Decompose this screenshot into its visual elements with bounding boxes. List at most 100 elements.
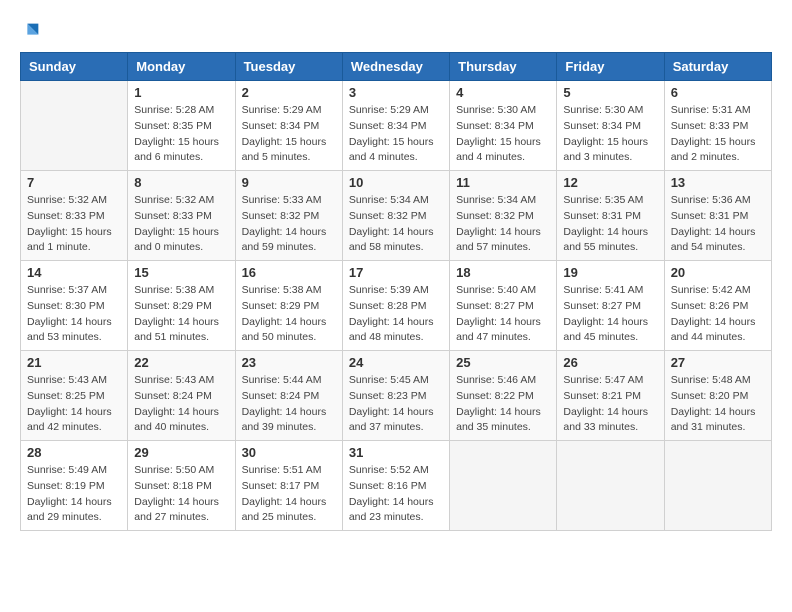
day-number: 29 [134, 445, 228, 460]
day-info: Sunrise: 5:48 AM Sunset: 8:20 PM Dayligh… [671, 373, 765, 436]
day-info: Sunrise: 5:49 AM Sunset: 8:19 PM Dayligh… [27, 463, 121, 526]
calendar-cell: 2 Sunrise: 5:29 AM Sunset: 8:34 PM Daylig… [235, 81, 342, 171]
day-number: 15 [134, 265, 228, 280]
calendar-cell: 10 Sunrise: 5:34 AM Sunset: 8:32 PM Dayli… [342, 171, 449, 261]
day-number: 19 [563, 265, 657, 280]
day-number: 31 [349, 445, 443, 460]
day-info: Sunrise: 5:39 AM Sunset: 8:28 PM Dayligh… [349, 283, 443, 346]
day-number: 10 [349, 175, 443, 190]
calendar-cell: 16 Sunrise: 5:38 AM Sunset: 8:29 PM Dayli… [235, 261, 342, 351]
day-number: 26 [563, 355, 657, 370]
day-number: 1 [134, 85, 228, 100]
calendar-cell: 23Sunrise: 5:44 AM Sunset: 8:24 PM Dayli… [235, 351, 342, 441]
day-number: 4 [456, 85, 550, 100]
calendar-week-row: 28Sunrise: 5:49 AM Sunset: 8:19 PM Dayli… [21, 441, 772, 531]
day-number: 17 [349, 265, 443, 280]
day-info: Sunrise: 5:31 AM Sunset: 8:33 PM Dayligh… [671, 103, 765, 166]
day-info: Sunrise: 5:32 AM Sunset: 8:33 PM Dayligh… [134, 193, 228, 256]
weekday-header: Tuesday [235, 53, 342, 81]
day-info: Sunrise: 5:40 AM Sunset: 8:27 PM Dayligh… [456, 283, 550, 346]
calendar-cell: 15 Sunrise: 5:38 AM Sunset: 8:29 PM Dayli… [128, 261, 235, 351]
day-info: Sunrise: 5:38 AM Sunset: 8:29 PM Dayligh… [134, 283, 228, 346]
calendar-cell: 30 Sunrise: 5:51 AM Sunset: 8:17 PM Dayli… [235, 441, 342, 531]
calendar-cell: 20Sunrise: 5:42 AM Sunset: 8:26 PM Dayli… [664, 261, 771, 351]
day-number: 30 [242, 445, 336, 460]
calendar-cell: 19Sunrise: 5:41 AM Sunset: 8:27 PM Dayli… [557, 261, 664, 351]
day-number: 24 [349, 355, 443, 370]
day-info: Sunrise: 5:29 AM Sunset: 8:34 PM Dayligh… [349, 103, 443, 166]
logo-icon [20, 20, 42, 42]
day-number: 9 [242, 175, 336, 190]
day-info: Sunrise: 5:51 AM Sunset: 8:17 PM Dayligh… [242, 463, 336, 526]
day-info: Sunrise: 5:43 AM Sunset: 8:24 PM Dayligh… [134, 373, 228, 436]
day-info: Sunrise: 5:45 AM Sunset: 8:23 PM Dayligh… [349, 373, 443, 436]
calendar-cell [557, 441, 664, 531]
calendar-cell: 8 Sunrise: 5:32 AM Sunset: 8:33 PM Daylig… [128, 171, 235, 261]
day-number: 2 [242, 85, 336, 100]
calendar-cell: 12 Sunrise: 5:35 AM Sunset: 8:31 PM Dayli… [557, 171, 664, 261]
page-header [20, 20, 772, 42]
day-number: 11 [456, 175, 550, 190]
day-info: Sunrise: 5:47 AM Sunset: 8:21 PM Dayligh… [563, 373, 657, 436]
calendar-cell: 26 Sunrise: 5:47 AM Sunset: 8:21 PM Dayli… [557, 351, 664, 441]
calendar-cell: 25 Sunrise: 5:46 AM Sunset: 8:22 PM Dayli… [450, 351, 557, 441]
weekday-header: Sunday [21, 53, 128, 81]
day-info: Sunrise: 5:42 AM Sunset: 8:26 PM Dayligh… [671, 283, 765, 346]
calendar-cell: 3 Sunrise: 5:29 AM Sunset: 8:34 PM Daylig… [342, 81, 449, 171]
calendar-cell: 6 Sunrise: 5:31 AM Sunset: 8:33 PM Daylig… [664, 81, 771, 171]
day-info: Sunrise: 5:43 AM Sunset: 8:25 PM Dayligh… [27, 373, 121, 436]
calendar-cell: 31 Sunrise: 5:52 AM Sunset: 8:16 PM Dayli… [342, 441, 449, 531]
weekday-header: Thursday [450, 53, 557, 81]
calendar-cell: 24 Sunrise: 5:45 AM Sunset: 8:23 PM Dayli… [342, 351, 449, 441]
day-info: Sunrise: 5:29 AM Sunset: 8:34 PM Dayligh… [242, 103, 336, 166]
calendar-cell: 5Sunrise: 5:30 AM Sunset: 8:34 PM Daylig… [557, 81, 664, 171]
calendar-cell: 14 Sunrise: 5:37 AM Sunset: 8:30 PM Dayli… [21, 261, 128, 351]
day-info: Sunrise: 5:38 AM Sunset: 8:29 PM Dayligh… [242, 283, 336, 346]
calendar-cell: 9 Sunrise: 5:33 AM Sunset: 8:32 PM Daylig… [235, 171, 342, 261]
day-info: Sunrise: 5:37 AM Sunset: 8:30 PM Dayligh… [27, 283, 121, 346]
day-number: 18 [456, 265, 550, 280]
calendar-header-row: SundayMondayTuesdayWednesdayThursdayFrid… [21, 53, 772, 81]
day-number: 25 [456, 355, 550, 370]
weekday-header: Monday [128, 53, 235, 81]
day-number: 3 [349, 85, 443, 100]
logo [20, 20, 46, 42]
calendar-week-row: 14 Sunrise: 5:37 AM Sunset: 8:30 PM Dayli… [21, 261, 772, 351]
day-info: Sunrise: 5:35 AM Sunset: 8:31 PM Dayligh… [563, 193, 657, 256]
day-info: Sunrise: 5:36 AM Sunset: 8:31 PM Dayligh… [671, 193, 765, 256]
calendar-cell [664, 441, 771, 531]
calendar-cell: 4Sunrise: 5:30 AM Sunset: 8:34 PM Daylig… [450, 81, 557, 171]
day-info: Sunrise: 5:28 AM Sunset: 8:35 PM Dayligh… [134, 103, 228, 166]
day-info: Sunrise: 5:52 AM Sunset: 8:16 PM Dayligh… [349, 463, 443, 526]
calendar-cell [21, 81, 128, 171]
day-number: 13 [671, 175, 765, 190]
calendar-week-row: 21 Sunrise: 5:43 AM Sunset: 8:25 PM Dayli… [21, 351, 772, 441]
day-number: 16 [242, 265, 336, 280]
calendar-cell: 1 Sunrise: 5:28 AM Sunset: 8:35 PM Daylig… [128, 81, 235, 171]
day-info: Sunrise: 5:33 AM Sunset: 8:32 PM Dayligh… [242, 193, 336, 256]
calendar-cell: 28Sunrise: 5:49 AM Sunset: 8:19 PM Dayli… [21, 441, 128, 531]
weekday-header: Wednesday [342, 53, 449, 81]
day-number: 12 [563, 175, 657, 190]
day-info: Sunrise: 5:32 AM Sunset: 8:33 PM Dayligh… [27, 193, 121, 256]
calendar-cell: 18 Sunrise: 5:40 AM Sunset: 8:27 PM Dayli… [450, 261, 557, 351]
day-number: 22 [134, 355, 228, 370]
day-number: 6 [671, 85, 765, 100]
day-info: Sunrise: 5:34 AM Sunset: 8:32 PM Dayligh… [349, 193, 443, 256]
calendar-cell: 27 Sunrise: 5:48 AM Sunset: 8:20 PM Dayli… [664, 351, 771, 441]
day-info: Sunrise: 5:50 AM Sunset: 8:18 PM Dayligh… [134, 463, 228, 526]
calendar-cell: 13 Sunrise: 5:36 AM Sunset: 8:31 PM Dayli… [664, 171, 771, 261]
calendar-cell: 17 Sunrise: 5:39 AM Sunset: 8:28 PM Dayli… [342, 261, 449, 351]
weekday-header: Saturday [664, 53, 771, 81]
day-number: 21 [27, 355, 121, 370]
day-number: 27 [671, 355, 765, 370]
calendar-body: 1 Sunrise: 5:28 AM Sunset: 8:35 PM Daylig… [21, 81, 772, 531]
day-number: 8 [134, 175, 228, 190]
day-number: 14 [27, 265, 121, 280]
calendar-cell: 11Sunrise: 5:34 AM Sunset: 8:32 PM Dayli… [450, 171, 557, 261]
calendar-cell: 29 Sunrise: 5:50 AM Sunset: 8:18 PM Dayli… [128, 441, 235, 531]
calendar-week-row: 7Sunrise: 5:32 AM Sunset: 8:33 PM Daylig… [21, 171, 772, 261]
calendar-table: SundayMondayTuesdayWednesdayThursdayFrid… [20, 52, 772, 531]
day-info: Sunrise: 5:44 AM Sunset: 8:24 PM Dayligh… [242, 373, 336, 436]
day-info: Sunrise: 5:46 AM Sunset: 8:22 PM Dayligh… [456, 373, 550, 436]
